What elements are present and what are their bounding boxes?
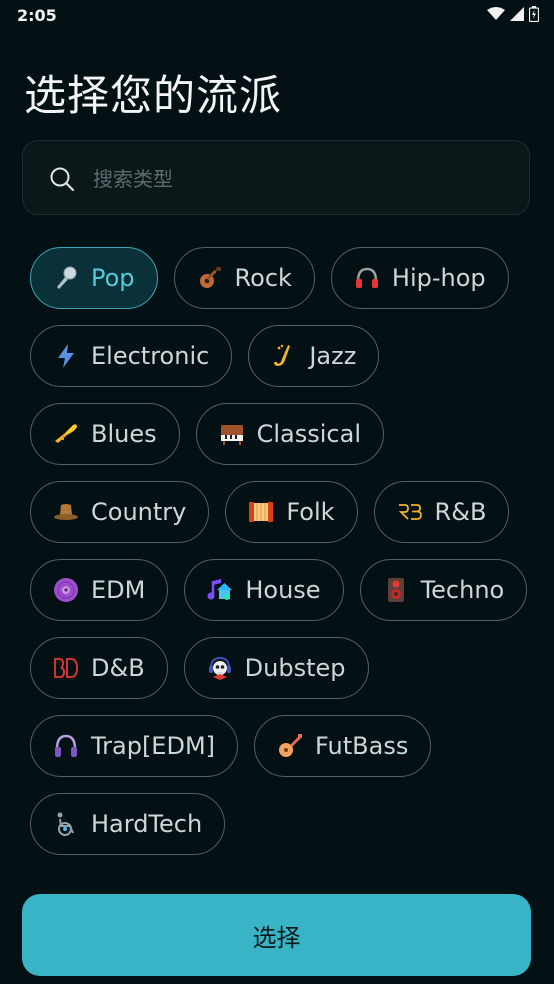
status-icons — [487, 6, 539, 22]
status-time: 2:05 — [17, 6, 57, 25]
genre-chip-label: House — [245, 576, 321, 604]
genre-chip[interactable]: Dubstep — [183, 637, 369, 699]
genre-chip[interactable]: Blues — [30, 403, 180, 465]
skull-headphones-icon — [207, 655, 233, 681]
genre-chip[interactable]: Hip-hop — [330, 247, 509, 309]
genre-chip-label: Rock — [234, 264, 292, 292]
lightning-icon — [53, 343, 79, 369]
genre-chip[interactable]: HardTech — [30, 793, 226, 855]
genre-chip[interactable]: Classical — [195, 403, 385, 465]
genre-chip-label: EDM — [91, 576, 146, 604]
genre-chip[interactable]: EDM — [30, 559, 169, 621]
genre-chip-list: Pop Rock Hip-hop Electronic Jazz Blues Classic… — [30, 247, 530, 855]
status-bar: 2:05 — [0, 0, 554, 32]
genre-chip[interactable]: Trap[EDM] — [30, 715, 239, 777]
genre-chip-label: Country — [91, 498, 187, 526]
genre-chip[interactable]: R&B — [373, 481, 510, 543]
genre-chip-label: HardTech — [91, 810, 203, 838]
headphones-purple-icon — [53, 733, 79, 759]
genre-chip[interactable]: House — [184, 559, 344, 621]
db-logo-icon — [53, 655, 79, 681]
genre-chip-label: D&B — [91, 654, 145, 682]
saxophone-icon — [271, 343, 297, 369]
genre-chip[interactable]: Pop — [30, 247, 158, 309]
genre-chip[interactable]: Jazz — [248, 325, 380, 387]
genre-chip[interactable]: Rock — [173, 247, 315, 309]
genre-chip[interactable]: D&B — [30, 637, 168, 699]
page-title: 选择您的流派 — [24, 71, 283, 120]
genre-chip-label: Hip-hop — [391, 264, 486, 292]
genre-chip-label: Dubstep — [244, 654, 346, 682]
genre-chip[interactable]: Techno — [359, 559, 528, 621]
wheelchair-icon — [53, 811, 79, 837]
genre-chip-label: Pop — [91, 264, 135, 292]
speaker-icon — [383, 577, 409, 603]
guitar-icon — [197, 265, 223, 291]
genre-chip-label: Techno — [420, 576, 505, 604]
signal-icon — [510, 7, 524, 21]
vinyl-icon — [53, 577, 79, 603]
accordion-icon — [248, 499, 274, 525]
genre-chip[interactable]: Electronic — [30, 325, 233, 387]
wifi-icon — [487, 7, 505, 21]
genre-chip-label: FutBass — [315, 732, 409, 760]
genre-chip-label: Electronic — [91, 342, 210, 370]
genre-chip[interactable]: Folk — [225, 481, 358, 543]
music-house-icon — [207, 577, 233, 603]
piano-icon — [219, 421, 245, 447]
battery-icon — [529, 6, 539, 22]
search-icon — [49, 166, 75, 196]
headphones-icon — [354, 265, 380, 291]
genre-chip-label: Folk — [286, 498, 335, 526]
genre-chip-label: Classical — [256, 420, 362, 448]
genre-chip-label: Jazz — [309, 342, 357, 370]
select-button[interactable]: 选择 — [22, 894, 531, 976]
genre-chip[interactable]: FutBass — [254, 715, 432, 777]
search-box[interactable] — [22, 140, 530, 215]
genre-chip-label: Trap[EDM] — [91, 732, 216, 760]
search-input[interactable] — [91, 159, 505, 199]
cowboy-hat-icon — [53, 499, 79, 525]
rb-logo-icon — [397, 499, 423, 525]
genre-chip[interactable]: Country — [30, 481, 210, 543]
lute-icon — [277, 733, 303, 759]
genre-chip-label: Blues — [91, 420, 157, 448]
genre-chip-label: R&B — [434, 498, 487, 526]
trumpet-icon — [53, 421, 79, 447]
microphone-icon — [53, 265, 79, 291]
